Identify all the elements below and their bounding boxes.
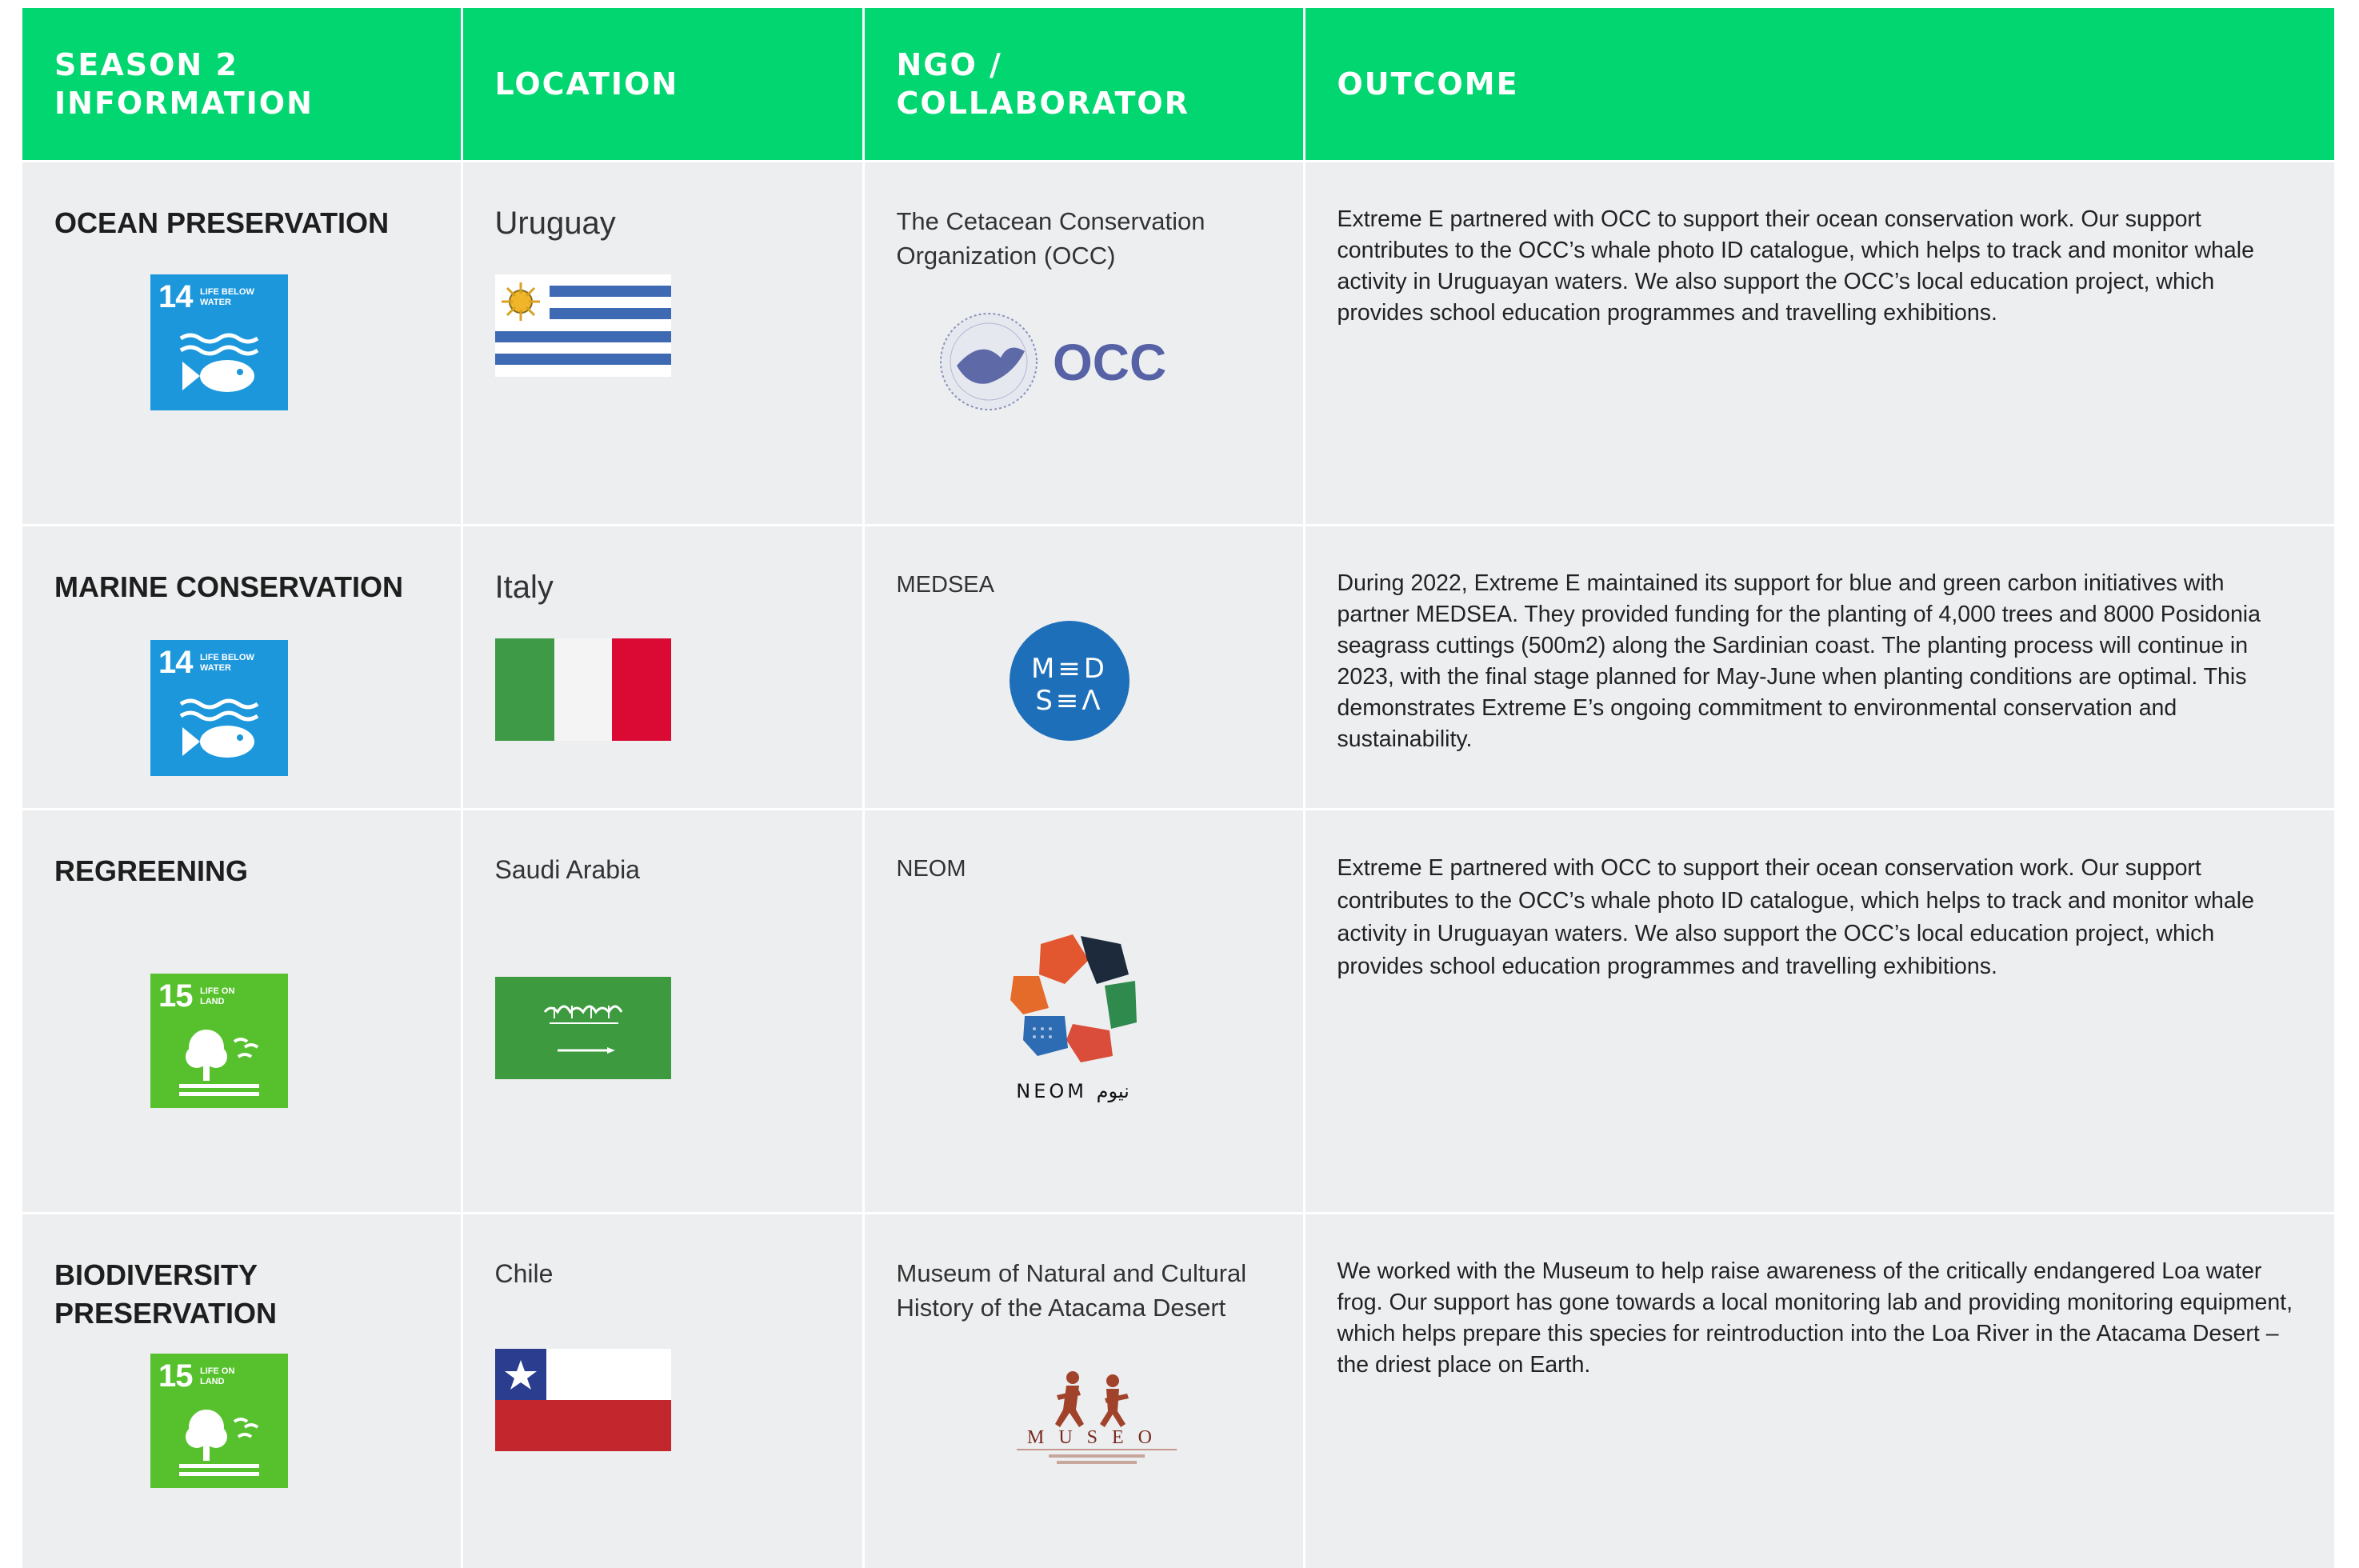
- outcome-text: Extreme E partnered with OCC to support …: [1337, 852, 2303, 983]
- category-cell: REGREENING 15 LIFE ON LAND: [22, 810, 462, 1214]
- occ-logo-text: OCC: [1053, 334, 1166, 391]
- location-label: Uruguay: [495, 204, 830, 242]
- sdg-15-badge: 15 LIFE ON LAND: [150, 1354, 288, 1488]
- ngo-label: Museum of Natural and Cultural History o…: [897, 1256, 1271, 1325]
- header-location: LOCATION: [462, 8, 863, 162]
- sdg-15-badge: 15 LIFE ON LAND: [150, 974, 288, 1108]
- ngo-label: NEOM: [897, 852, 1271, 886]
- sdg-14-badge: 14 LIFE BELOW WATER: [150, 640, 288, 776]
- museo-logo: MUSEO: [977, 1363, 1217, 1475]
- table-row: BIODIVERSITY PRESERVATION 15 LIFE ON LAN…: [22, 1214, 2334, 1568]
- table-row: OCEAN PRESERVATION 14 LIFE BELOW WATER U…: [22, 162, 2334, 526]
- ngo-label: MEDSEA: [897, 568, 1271, 602]
- uruguay-flag: [495, 274, 671, 377]
- header-season: SEASON 2 INFORMATION: [22, 8, 462, 162]
- table-row: MARINE CONSERVATION 14 LIFE BELOW WATER …: [22, 526, 2334, 810]
- fish-icon: [150, 640, 288, 776]
- table-row: REGREENING 15 LIFE ON LAND: [22, 810, 2334, 1214]
- ngo-cell: The Cetacean Conservation Organization (…: [863, 162, 1304, 526]
- medsea-logo: M≡D S≡Λ: [1009, 620, 1130, 742]
- category-label: BIODIVERSITY PRESERVATION: [54, 1256, 310, 1333]
- location-label: Saudi Arabia: [495, 852, 830, 887]
- location-label: Chile: [495, 1256, 830, 1291]
- outcome-text: During 2022, Extreme E maintained its su…: [1337, 568, 2303, 755]
- outcome-cell: We worked with the Museum to help raise …: [1304, 1214, 2334, 1568]
- ngo-cell: NEOM NEOM نيوم: [863, 810, 1304, 1214]
- outcome-cell: Extreme E partnered with OCC to support …: [1304, 162, 2334, 526]
- chile-flag: [495, 1349, 671, 1451]
- season-2-table: SEASON 2 INFORMATION LOCATION NGO / COLL…: [22, 8, 2334, 1568]
- category-cell: MARINE CONSERVATION 14 LIFE BELOW WATER: [22, 526, 462, 810]
- italy-flag: [495, 638, 671, 741]
- ngo-cell: Museum of Natural and Cultural History o…: [863, 1214, 1304, 1568]
- category-cell: BIODIVERSITY PRESERVATION 15 LIFE ON LAN…: [22, 1214, 462, 1568]
- sdg-14-badge: 14 LIFE BELOW WATER: [150, 274, 288, 410]
- category-label: OCEAN PRESERVATION: [54, 204, 429, 242]
- svg-text:M≡D: M≡D: [1030, 653, 1107, 685]
- location-cell: Chile: [462, 1214, 863, 1568]
- neom-logo: NEOM نيوم: [993, 928, 1153, 1104]
- location-cell: Saudi Arabia: [462, 810, 863, 1214]
- svg-text:S≡Λ: S≡Λ: [1035, 685, 1103, 717]
- category-label: REGREENING: [54, 852, 429, 890]
- outcome-text: Extreme E partnered with OCC to support …: [1337, 204, 2303, 329]
- ngo-cell: MEDSEA M≡D S≡Λ: [863, 526, 1304, 810]
- fish-icon: [150, 274, 288, 410]
- category-cell: OCEAN PRESERVATION 14 LIFE BELOW WATER: [22, 162, 462, 526]
- tree-icon: [150, 974, 288, 1108]
- header-outcome: OUTCOME: [1304, 8, 2334, 162]
- saudi-arabia-flag: [495, 977, 671, 1079]
- header-ngo: NGO / COLLABORATOR: [863, 8, 1304, 162]
- location-cell: Uruguay: [462, 162, 863, 526]
- category-label: MARINE CONSERVATION: [54, 568, 429, 606]
- table-header-row: SEASON 2 INFORMATION LOCATION NGO / COLL…: [22, 8, 2334, 162]
- ngo-label: The Cetacean Conservation Organization (…: [897, 204, 1271, 273]
- occ-logo: OCC: [937, 310, 1185, 414]
- outcome-cell: Extreme E partnered with OCC to support …: [1304, 810, 2334, 1214]
- location-cell: Italy: [462, 526, 863, 810]
- outcome-text: We worked with the Museum to help raise …: [1337, 1256, 2303, 1381]
- location-label: Italy: [495, 568, 830, 606]
- outcome-cell: During 2022, Extreme E maintained its su…: [1304, 526, 2334, 810]
- museo-logo-text: MUSEO: [1026, 1427, 1166, 1448]
- tree-icon: [150, 1354, 288, 1488]
- neom-logo-text: NEOM نيوم: [1016, 1080, 1130, 1102]
